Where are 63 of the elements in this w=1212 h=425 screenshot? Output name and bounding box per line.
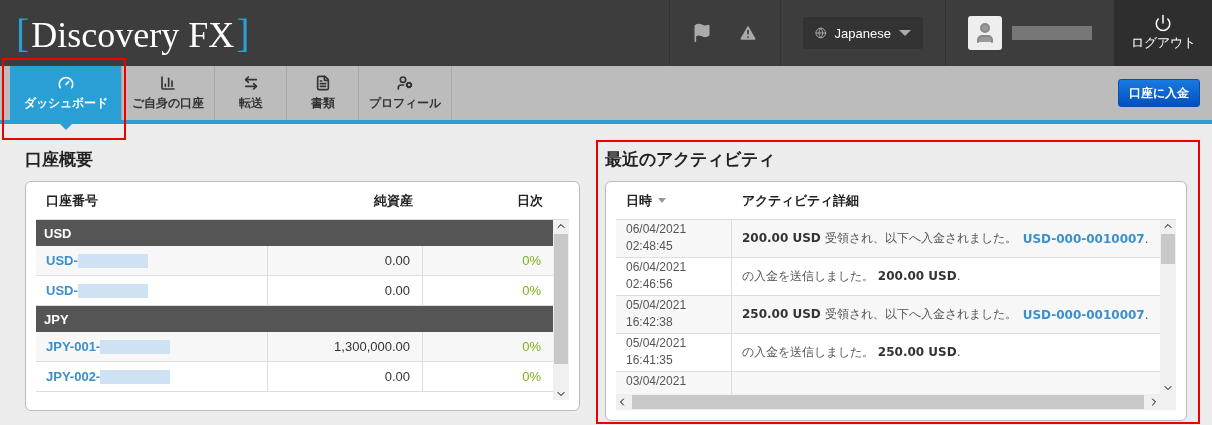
activity-text: 250.00 USD 受領され、以下へ入金されました。 [742,306,1017,323]
nav-tab[interactable]: プロフィール [359,66,452,120]
bar-chart-icon [160,74,176,91]
account-link[interactable]: JPY-001- [46,339,101,354]
scrollbar-thumb[interactable] [632,395,1144,409]
flag-icon[interactable] [692,23,712,43]
column-header: 日次 [516,191,544,210]
redacted-block [77,283,148,298]
table-cell: 0% [522,283,541,298]
document-icon [314,74,331,91]
column-header: 口座番号 [45,191,99,210]
redacted-block [100,369,171,384]
logo: [Discovery FX] [15,10,251,58]
account-link[interactable]: USD- [46,253,78,268]
account-link[interactable]: USD-000-0010007 [1022,231,1145,246]
nav-tab[interactable]: 転送 [215,66,287,120]
activity-text: の入金を送信しました。 200.00 USD. [742,268,961,285]
group-header: JPY [36,306,553,332]
section-title: 最近のアクティビティ [605,148,776,171]
arrows-icon [242,74,259,91]
scrollbar[interactable] [1160,220,1176,394]
account-link[interactable]: USD- [46,283,78,298]
scrollbar-thumb[interactable] [1161,234,1175,264]
sort-caret-icon [658,198,666,203]
scrollbar-thumb[interactable] [554,234,568,364]
section-title: 口座概要 [25,148,94,171]
group-header: USD [36,220,553,246]
account-link[interactable]: USD-000-0010007 [1022,307,1145,322]
avatar-icon [968,16,1002,50]
gauge-icon [57,74,74,91]
date-cell: 06/04/2021 02:48:45 [616,220,732,257]
table-cell: 0% [522,253,541,268]
user-icon [397,74,413,91]
language-dropdown[interactable]: Japanese [803,17,923,49]
column-header: 純資産 [373,191,414,210]
column-header: アクティビティ詳細 [741,191,860,210]
warning-icon[interactable] [738,23,758,43]
redacted-block [100,339,171,354]
table-cell: 0.00 [384,283,410,298]
date-cell: 05/04/2021 16:42:38 [616,296,732,333]
account-link[interactable]: JPY-002- [46,369,101,384]
column-header[interactable]: 日時 [616,191,732,210]
logout-button[interactable]: ログアウト [1114,0,1212,66]
table-cell: 0.00 [384,369,410,384]
activity-text: . [1144,307,1149,322]
nav-tab[interactable]: 書類 [287,66,359,120]
scrollbar[interactable] [553,220,569,400]
table-cell: 0% [522,369,541,384]
scrollbar[interactable] [616,394,1176,410]
power-icon [1154,14,1172,32]
date-cell: 06/04/2021 02:46:56 [616,258,732,295]
table-cell: 0.00 [384,253,410,268]
globe-icon [815,25,827,41]
deposit-button[interactable]: 口座に入金 [1118,79,1200,107]
table-cell: 1,300,000.00 [334,339,410,354]
date-cell: 05/04/2021 16:41:35 [616,334,732,371]
redacted-block [77,253,148,268]
activity-text: . [1144,231,1149,246]
activity-text: 200.00 USD 受領され、以下へ入金されました。 [742,230,1017,247]
activity-text: の入金を送信しました。 250.00 USD. [742,344,961,361]
table-cell: 0% [522,339,541,354]
nav-tab[interactable]: ご自身の口座 [122,66,215,120]
caret-icon [899,30,911,36]
